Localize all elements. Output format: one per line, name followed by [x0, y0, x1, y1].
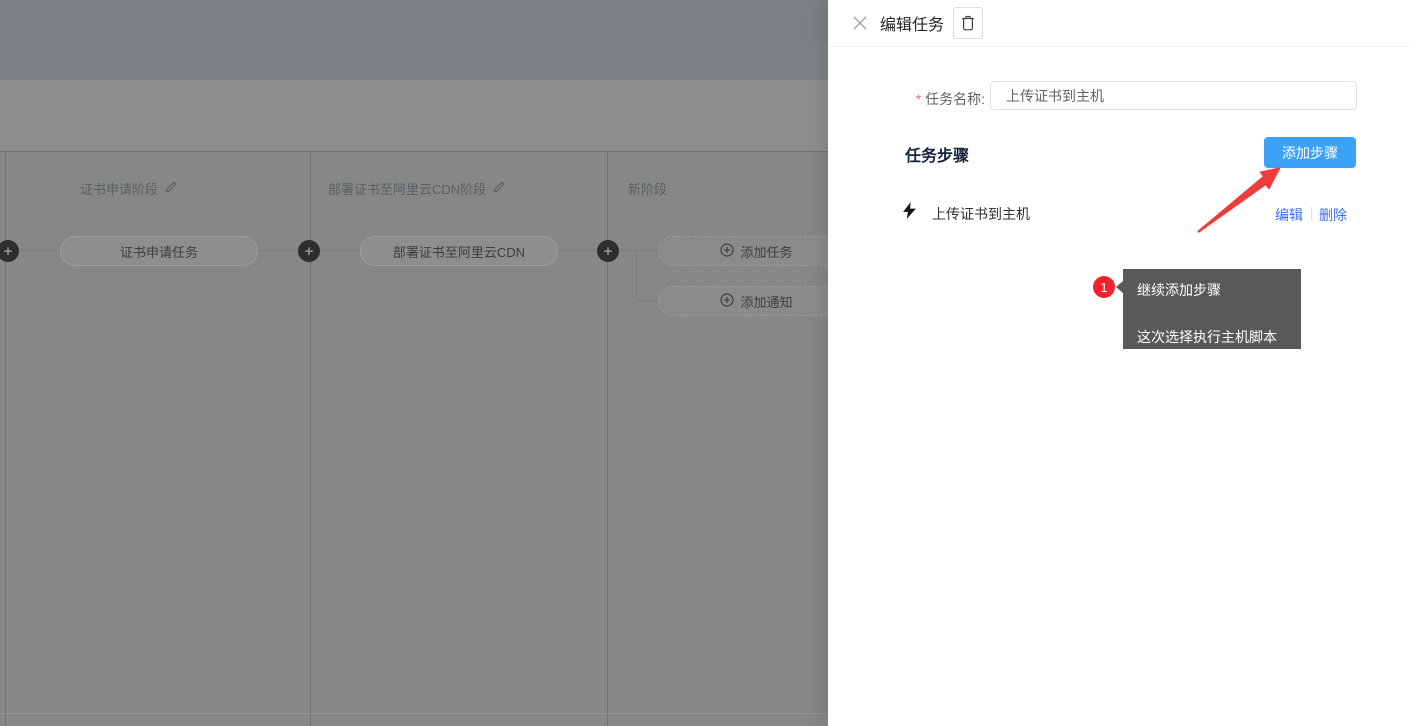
task-steps-heading: 任务步骤	[905, 142, 969, 166]
add-step-button[interactable]: 添加步骤	[1264, 137, 1356, 168]
stage-title-label: 新阶段	[628, 179, 667, 198]
stage-title-2: 部署证书至阿里云CDN阶段	[328, 180, 505, 196]
lightning-bolt-icon	[902, 202, 917, 224]
add-task-label: 添加任务	[740, 242, 792, 261]
add-task-node[interactable]: 添加任务	[658, 236, 855, 266]
connector-line	[636, 300, 658, 301]
stage-title-label: 证书申请阶段	[80, 179, 158, 198]
connector-line	[558, 250, 597, 251]
link-divider	[1311, 207, 1312, 220]
annotation-tooltip: 继续添加步骤 这次选择执行主机脚本	[1123, 269, 1301, 349]
edit-task-drawer: 编辑任务 *任务名称: 任务步骤 添加步骤 上传证书到主机 编辑 删除 1 继续…	[828, 0, 1409, 726]
annotation-step-badge: 1	[1093, 276, 1115, 298]
pencil-icon[interactable]	[165, 181, 177, 196]
trash-icon	[961, 15, 975, 31]
drawer-header: 编辑任务	[828, 0, 1409, 47]
step-name: 上传证书到主机	[932, 204, 1030, 224]
task-node[interactable]: 证书申请任务	[60, 236, 258, 266]
tooltip-line1: 继续添加步骤	[1137, 280, 1221, 300]
task-node[interactable]: 部署证书至阿里云CDN	[360, 236, 558, 266]
delete-task-button[interactable]	[953, 7, 983, 39]
task-name-label: *任务名称:	[885, 89, 985, 109]
canvas-bottom-line	[0, 713, 828, 714]
required-marker: *	[916, 91, 921, 107]
stage-divider	[607, 152, 608, 726]
stage-title-label: 部署证书至阿里云CDN阶段	[328, 179, 486, 198]
connector-line	[18, 250, 60, 251]
step-delete-link[interactable]: 删除	[1319, 205, 1347, 225]
drawer-title: 编辑任务	[880, 11, 944, 35]
step-edit-link[interactable]: 编辑	[1275, 205, 1303, 225]
connector-line	[636, 250, 658, 251]
task-node-label: 部署证书至阿里云CDN	[393, 242, 525, 261]
close-icon[interactable]	[853, 16, 867, 30]
tooltip-line2: 这次选择执行主机脚本	[1137, 327, 1277, 347]
connector-line	[636, 250, 637, 301]
stage-title-3: 新阶段	[628, 180, 667, 196]
stage-divider	[310, 152, 311, 726]
add-notification-node[interactable]: 添加通知	[658, 286, 855, 316]
pencil-icon[interactable]	[493, 181, 505, 196]
tooltip-notch	[1116, 281, 1123, 293]
add-stage-button[interactable]: +	[298, 240, 320, 262]
connector-line	[320, 250, 360, 251]
task-node-label: 证书申请任务	[120, 242, 198, 261]
connector-line	[258, 250, 298, 251]
stage-divider	[5, 152, 6, 726]
add-stage-button[interactable]: +	[597, 240, 619, 262]
add-notification-label: 添加通知	[740, 292, 792, 311]
connector-line	[619, 250, 636, 251]
task-name-input[interactable]	[990, 81, 1357, 110]
circle-plus-icon	[720, 243, 734, 260]
stage-title-1: 证书申请阶段	[80, 180, 177, 196]
circle-plus-icon	[720, 293, 734, 310]
